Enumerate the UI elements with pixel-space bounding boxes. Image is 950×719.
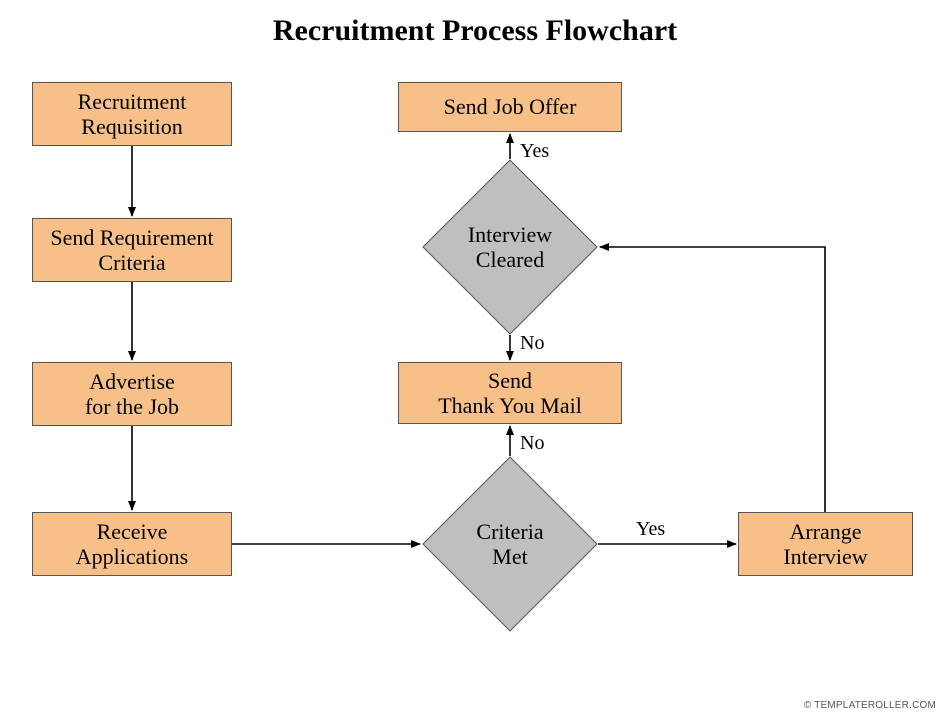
node-criteria-met: CriteriaMet <box>448 482 572 606</box>
diamond-label: InterviewCleared <box>448 185 572 309</box>
node-thank-you: SendThank You Mail <box>398 362 622 424</box>
diamond-label: CriteriaMet <box>448 482 572 606</box>
node-advertise: Advertisefor the Job <box>32 362 232 426</box>
edge-label-criteria-no: No <box>520 432 544 455</box>
node-arrange-interview: ArrangeInterview <box>738 512 913 576</box>
edge-label-criteria-yes: Yes <box>636 518 665 541</box>
edge-label-interview-yes: Yes <box>520 140 549 163</box>
footer-credit: © TEMPLATEROLLER.COM <box>804 700 936 711</box>
node-requisition: RecruitmentRequisition <box>32 82 232 146</box>
chart-title: Recruitment Process Flowchart <box>0 14 950 48</box>
edge-label-interview-no: No <box>520 332 544 355</box>
node-send-criteria: Send RequirementCriteria <box>32 218 232 282</box>
node-send-offer: Send Job Offer <box>398 82 622 132</box>
node-receive-apps: ReceiveApplications <box>32 512 232 576</box>
node-interview-cleared: InterviewCleared <box>448 185 572 309</box>
flowchart-canvas: Recruitment Process Flowchart Recruitmen… <box>0 0 950 719</box>
